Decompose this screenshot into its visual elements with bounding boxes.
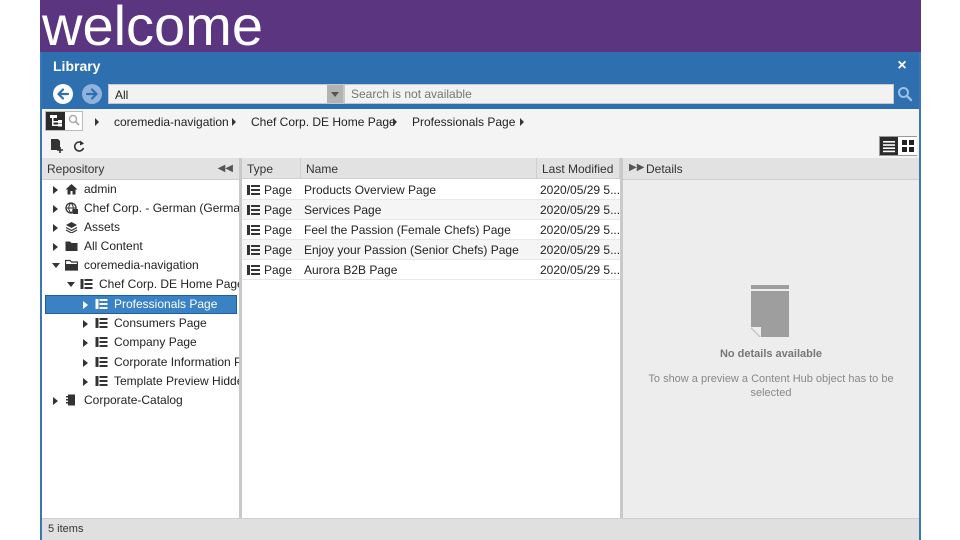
list-view-icon[interactable] [880,137,898,155]
tree-item-admin[interactable]: admin [42,180,239,199]
column-header-name[interactable]: Name [301,158,537,179]
page-icon [95,337,108,347]
page-icon [95,299,108,309]
expand-icon[interactable] [83,378,88,386]
breadcrumb: coremedia-navigation Chef Corp. DE Home … [42,109,919,135]
close-icon[interactable]: × [893,56,911,76]
grid-view-icon[interactable] [899,137,917,155]
breadcrumb-separator-icon [393,118,397,126]
page-icon [95,318,108,328]
assets-icon [65,222,78,233]
page-icon [247,185,260,195]
arrow-right-icon [85,88,98,100]
folder-open-icon [65,259,78,271]
table-row[interactable]: Page Aurora B2B Page 2020/05/29 5... [242,260,620,280]
left-margin [0,0,40,540]
expand-icon[interactable] [53,243,58,251]
page-icon [247,225,260,235]
expand-icon[interactable] [83,359,88,367]
tree-item-chef-corp-de-home-page[interactable]: Chef Corp. DE Home Page [42,275,239,294]
page-icon [80,279,93,289]
table-row[interactable]: Page Products Overview Page 2020/05/29 5… [242,180,620,200]
home-icon [65,184,78,195]
breadcrumb-item-coremedia-navigation[interactable]: coremedia-navigation [114,115,229,129]
new-content-icon[interactable] [50,138,64,154]
folder-icon [65,241,78,251]
type-filter-value: All [115,88,129,102]
banner-text: welcome [42,0,263,52]
tree-item-chef-corp-german[interactable]: Chef Corp. - German (Germany) [42,199,239,218]
window-title: Library [53,58,101,74]
status-bar: 5 items [42,518,919,540]
repository-title: Repository [47,162,105,176]
breadcrumb-separator-icon [95,118,99,126]
details-panel: ▶▶ Details No details available To show … [623,158,919,518]
toolbar [42,134,919,158]
welcome-banner: welcome [40,0,921,52]
empty-details-title: No details available [719,348,823,360]
collapse-left-icon[interactable]: ◀◀ [218,163,233,174]
title-bar: Library × [42,52,919,80]
search-bar: All [42,80,919,109]
tree-item-all-content[interactable]: All Content [42,237,239,256]
expand-icon[interactable] [53,224,58,232]
expand-icon[interactable] [83,301,88,309]
tree-item-assets[interactable]: Assets [42,218,239,237]
expand-icon[interactable] [53,397,58,405]
collapse-icon[interactable] [67,282,75,287]
tree-item-corporate-catalog[interactable]: Corporate-Catalog [42,391,239,410]
breadcrumb-item-home-page[interactable]: Chef Corp. DE Home Page [251,115,396,129]
library-window: Library × All Search is not available co… [40,52,921,540]
search-input[interactable] [344,84,894,104]
tree-item-company-page[interactable]: Company Page [42,333,239,352]
page-icon [247,205,260,215]
refresh-icon[interactable] [72,138,86,154]
tree-item-consumers-page[interactable]: Consumers Page [42,314,239,333]
breadcrumb-item-professionals-page[interactable]: Professionals Page [412,115,515,129]
catalog-icon [66,394,75,406]
globe-icon [65,202,78,214]
page-icon [247,265,260,275]
empty-details-text: To show a preview a Content Hub object h… [648,373,894,399]
page-icon [95,376,108,386]
back-button[interactable] [53,84,73,104]
expand-icon[interactable] [83,320,88,328]
column-header-last-modified[interactable]: Last Modified [537,158,620,179]
repository-header: Repository ◀◀ [42,158,239,180]
breadcrumb-separator-icon [520,118,524,126]
arrow-left-icon [57,88,70,100]
item-count: 5 items [48,523,84,535]
forward-button[interactable] [82,84,102,104]
details-title: Details [646,162,683,176]
magnifier-icon[interactable] [68,114,80,126]
expand-right-icon[interactable]: ▶▶ [629,162,644,173]
tree-item-professionals-page[interactable]: Professionals Page [42,295,239,314]
expand-icon[interactable] [83,339,88,347]
column-header-type[interactable]: Type [242,158,301,179]
collapse-icon[interactable] [52,263,60,268]
expand-icon[interactable] [53,186,58,194]
page-icon [95,357,108,367]
search-icon[interactable] [897,86,913,102]
tree-item-template-preview-hidden[interactable]: Template Preview Hidden [42,372,239,391]
breadcrumb-separator-icon [232,118,236,126]
tree-item-coremedia-navigation[interactable]: coremedia-navigation [42,256,239,275]
tree-search-toggle[interactable] [45,111,83,131]
expand-icon[interactable] [53,205,58,213]
tree-item-corporate-information-page[interactable]: Corporate Information Page [42,353,239,372]
type-filter-select[interactable]: All [108,84,344,104]
tree-view-icon[interactable] [46,112,65,130]
view-mode-toggle [879,136,917,156]
right-margin [921,0,960,540]
page-icon [247,245,260,255]
chevron-down-icon[interactable] [327,85,343,103]
table-row[interactable]: Page Services Page 2020/05/29 5... [242,200,620,220]
document-placeholder-icon [751,285,789,337]
repository-tree-panel: Repository ◀◀ admin Chef Corp. - German … [42,158,242,518]
details-header: ▶▶ Details [623,158,919,180]
table-row[interactable]: Page Feel the Passion (Female Chefs) Pag… [242,220,620,240]
content-list-panel: Type Name Last Modified Page Products Ov… [242,158,623,518]
table-row[interactable]: Page Enjoy your Passion (Senior Chefs) P… [242,240,620,260]
